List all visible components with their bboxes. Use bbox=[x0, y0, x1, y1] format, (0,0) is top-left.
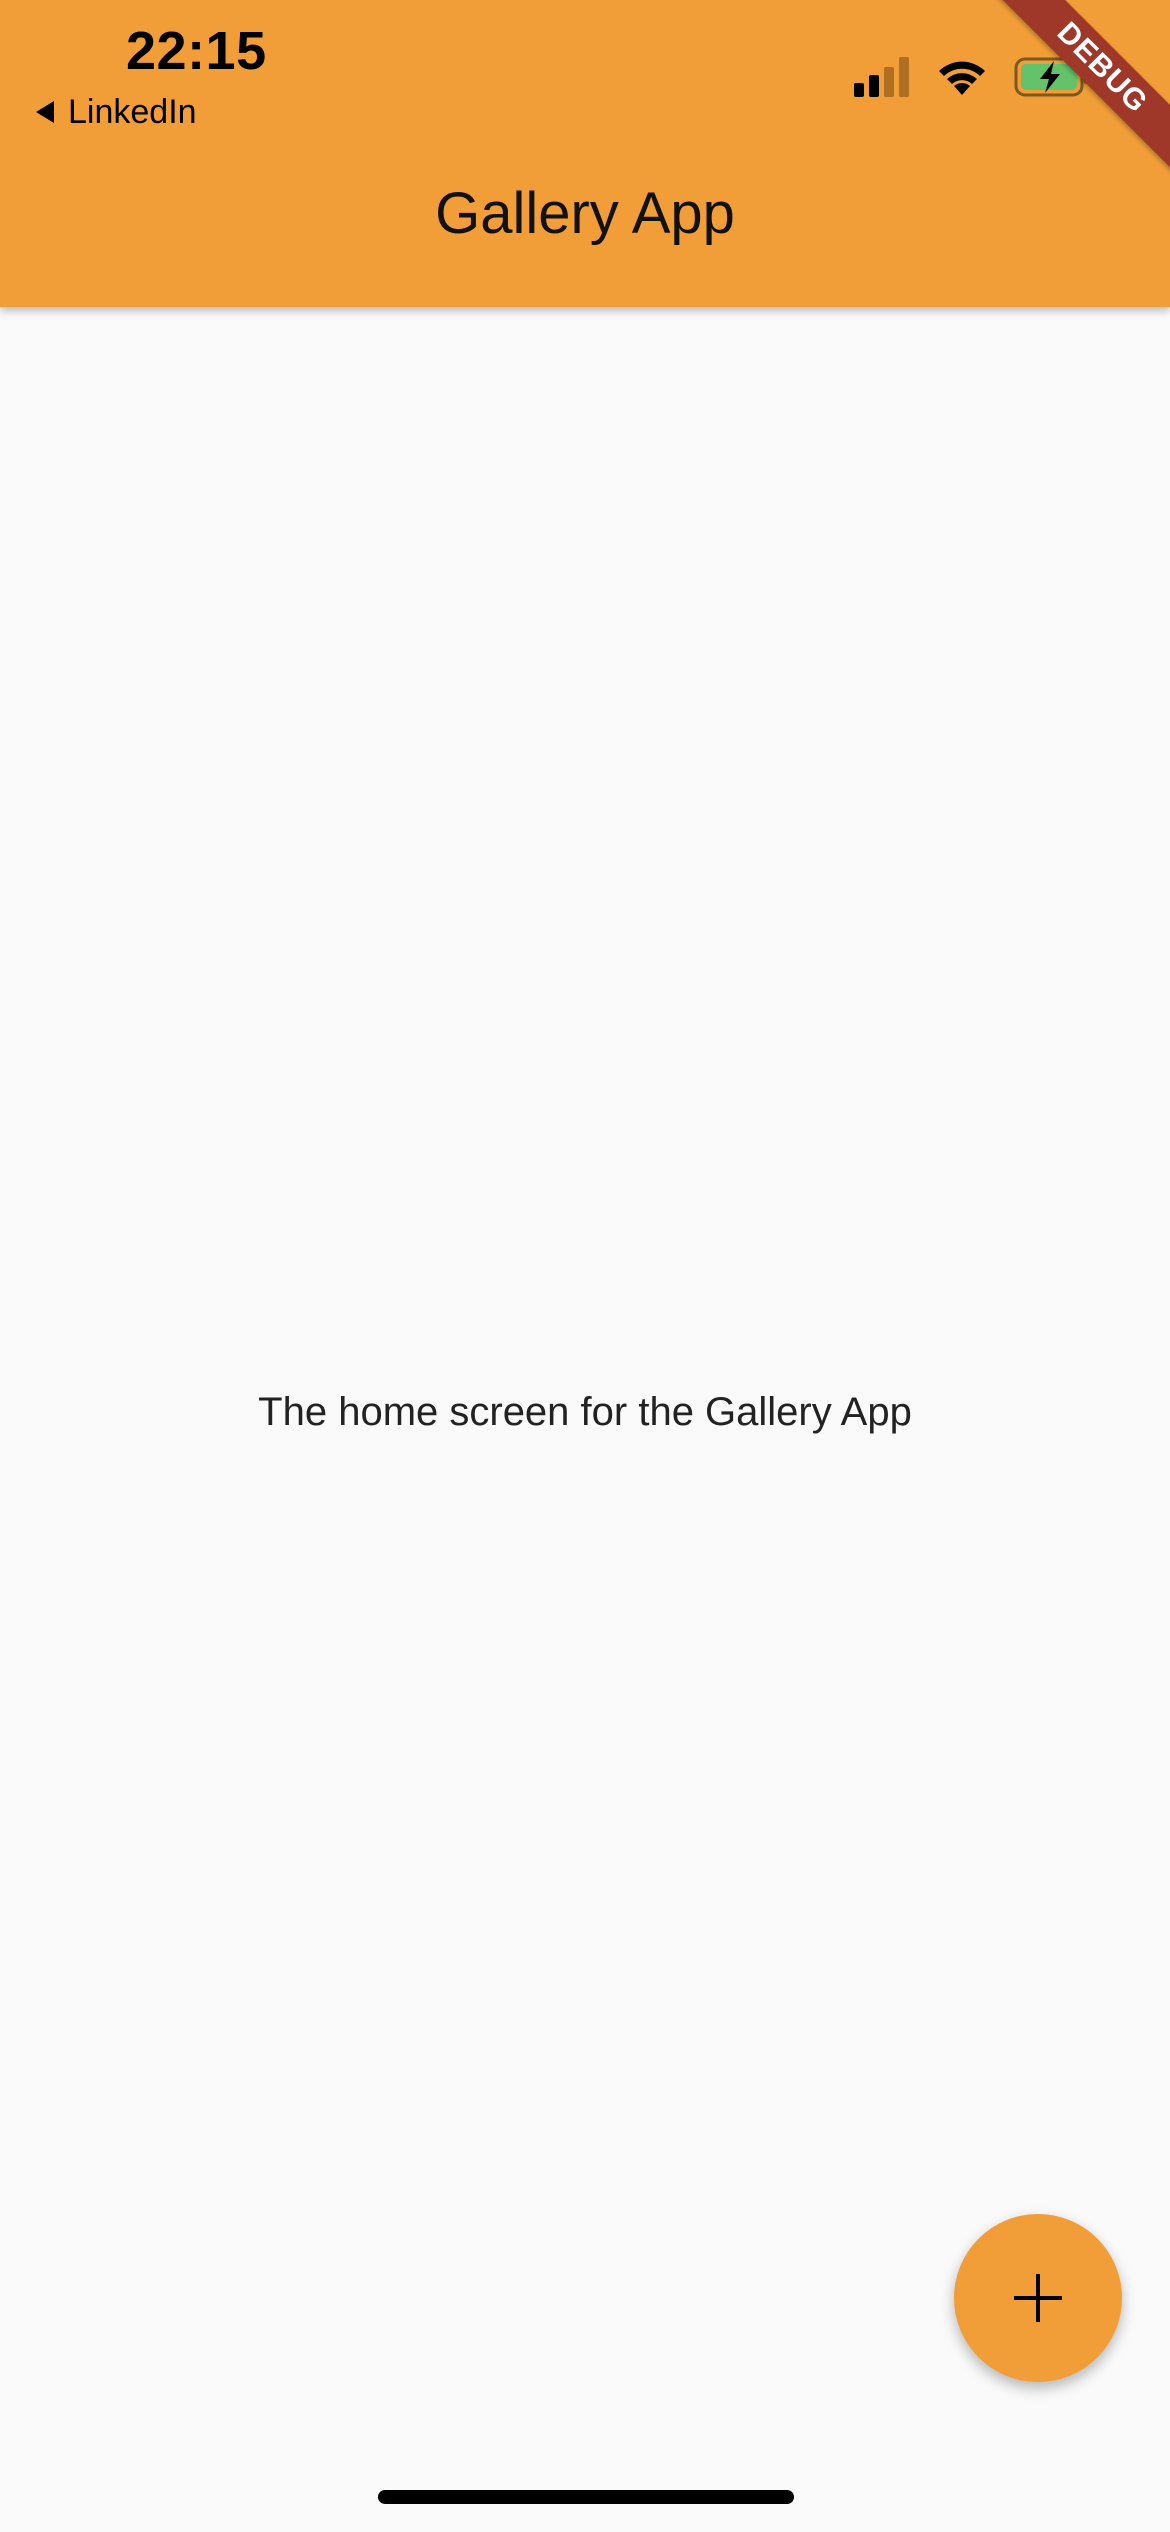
home-screen-message: The home screen for the Gallery App bbox=[258, 1390, 912, 1434]
back-triangle-icon bbox=[36, 101, 54, 123]
debug-ribbon-label: DEBUG bbox=[987, 0, 1170, 183]
back-to-app-link[interactable]: LinkedIn bbox=[36, 90, 197, 134]
signal-icon bbox=[854, 57, 909, 97]
add-button[interactable] bbox=[954, 2214, 1122, 2382]
home-indicator[interactable] bbox=[378, 2490, 794, 2504]
status-time: 22:15 bbox=[126, 21, 267, 81]
app-screen: 22:15 LinkedIn Gallery App DEBUG The hom… bbox=[0, 0, 1170, 2532]
debug-banner: DEBUG bbox=[970, 0, 1170, 200]
back-link-label: LinkedIn bbox=[68, 92, 197, 131]
plus-icon bbox=[1014, 2274, 1062, 2322]
